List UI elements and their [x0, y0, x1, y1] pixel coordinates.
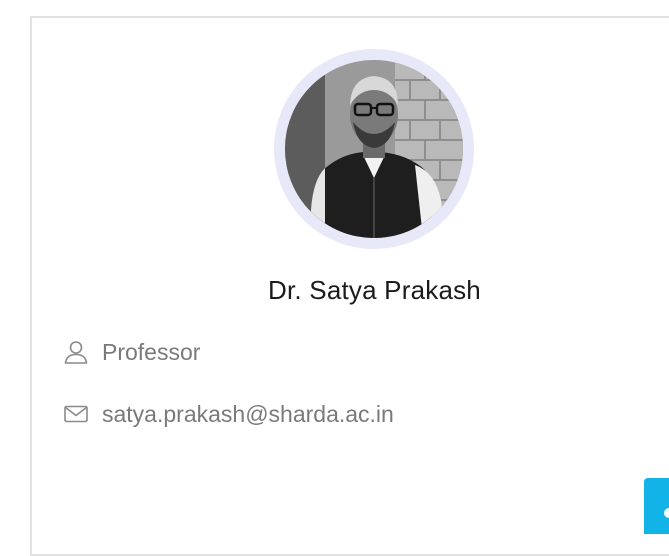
chat-icon	[664, 508, 669, 518]
mail-icon	[62, 400, 90, 428]
designation-text: Professor	[102, 338, 201, 365]
designation-row: Professor	[62, 338, 200, 366]
email-row: satya.prakash@sharda.ac.in	[62, 400, 394, 428]
email-link[interactable]: satya.prakash@sharda.ac.in	[102, 401, 394, 428]
floating-chat-button[interactable]	[644, 478, 669, 534]
user-icon	[62, 338, 90, 366]
avatar	[285, 60, 463, 238]
person-photo	[285, 60, 463, 238]
avatar-ring	[274, 49, 474, 249]
profile-name: Dr. Satya Prakash	[268, 275, 481, 305]
